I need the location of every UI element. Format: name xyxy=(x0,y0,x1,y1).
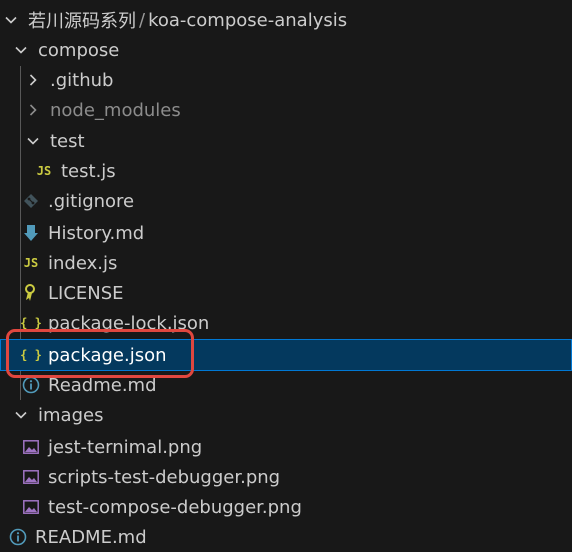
file-label: package.json xyxy=(48,344,167,366)
chevron-down-icon[interactable] xyxy=(26,134,40,148)
file-label: test.js xyxy=(61,160,116,182)
chevron-down-icon[interactable] xyxy=(14,43,28,57)
chevron-right-icon[interactable] xyxy=(26,73,40,87)
file-readme-md-root[interactable]: README.md xyxy=(0,522,572,552)
file-label: jest-ternimal.png xyxy=(48,436,203,458)
file-scripts-test-debugger-png[interactable]: scripts-test-debugger.png xyxy=(0,462,572,492)
breadcrumb-root: 若川源码系列 xyxy=(28,11,136,32)
file-readme-md-inner[interactable]: Readme.md xyxy=(0,370,572,400)
file-gitignore[interactable]: .gitignore xyxy=(0,186,572,216)
json-file-icon: { } xyxy=(20,316,42,330)
info-file-icon xyxy=(21,375,41,395)
breadcrumb-separator: / xyxy=(139,9,146,31)
tree-root-breadcrumb[interactable]: 若川源码系列 / koa-compose-analysis xyxy=(0,5,572,35)
file-index-js[interactable]: JS index.js xyxy=(0,248,572,278)
git-file-icon xyxy=(21,191,41,211)
explorer-tree: 若川源码系列 / koa-compose-analysis compose .g… xyxy=(0,0,572,552)
file-label: test-compose-debugger.png xyxy=(48,496,302,518)
markdown-file-icon xyxy=(21,223,41,243)
folder-test[interactable]: test xyxy=(0,126,572,156)
file-package-json[interactable]: { } package.json xyxy=(0,339,572,371)
json-file-icon: { } xyxy=(20,348,42,362)
file-test-compose-debugger-png[interactable]: test-compose-debugger.png xyxy=(0,492,572,522)
file-license[interactable]: LICENSE xyxy=(0,278,572,308)
file-label: index.js xyxy=(48,252,118,274)
breadcrumb-project: koa-compose-analysis xyxy=(148,9,348,31)
file-test-js[interactable]: JS test.js xyxy=(0,156,572,186)
file-label: Readme.md xyxy=(48,374,157,396)
image-file-icon xyxy=(21,467,41,487)
chevron-down-icon[interactable] xyxy=(14,408,28,422)
license-file-icon xyxy=(21,283,41,303)
chevron-down-icon[interactable] xyxy=(4,13,18,27)
file-label: .gitignore xyxy=(48,190,135,212)
file-label: README.md xyxy=(35,526,147,548)
folder-images[interactable]: images xyxy=(0,400,572,430)
folder-node-modules[interactable]: node_modules xyxy=(0,95,572,125)
image-file-icon xyxy=(21,497,41,517)
file-label: package-lock.json xyxy=(48,312,210,334)
file-history-md[interactable]: History.md xyxy=(0,218,572,248)
javascript-file-icon: JS xyxy=(23,256,39,270)
file-package-lock-json[interactable]: { } package-lock.json xyxy=(0,308,572,338)
folder-compose[interactable]: compose xyxy=(0,35,572,65)
folder-label: .github xyxy=(50,69,114,91)
file-label: LICENSE xyxy=(48,282,124,304)
file-label: History.md xyxy=(48,222,145,244)
folder-label: compose xyxy=(38,39,120,61)
javascript-file-icon: JS xyxy=(36,164,52,178)
folder-label: test xyxy=(50,130,85,152)
info-file-icon xyxy=(8,527,28,547)
chevron-right-icon[interactable] xyxy=(26,103,40,117)
folder-label: node_modules xyxy=(50,99,181,121)
folder-label: images xyxy=(38,404,104,426)
image-file-icon xyxy=(21,437,41,457)
folder-github[interactable]: .github xyxy=(0,65,572,95)
file-label: scripts-test-debugger.png xyxy=(48,466,281,488)
file-jest-ternimal-png[interactable]: jest-ternimal.png xyxy=(0,432,572,462)
